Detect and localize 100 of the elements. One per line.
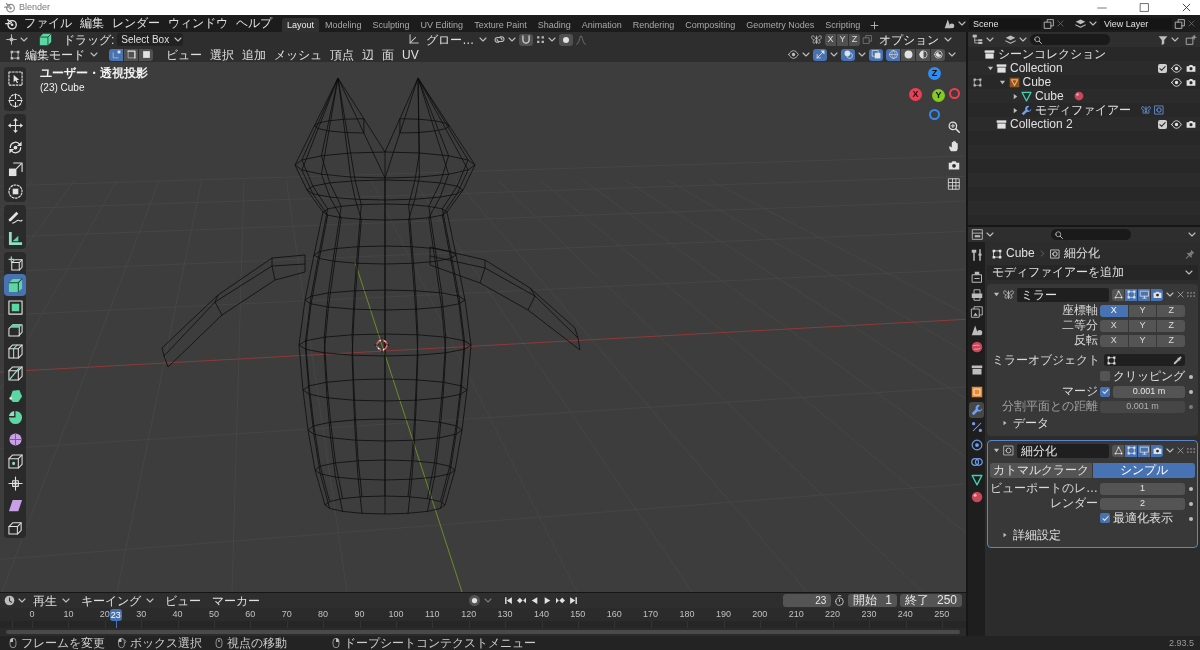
- eye-icon[interactable]: [788, 49, 799, 60]
- properties-tab[interactable]: [969, 247, 984, 263]
- menu-item[interactable]: 辺: [358, 47, 378, 62]
- properties-tab[interactable]: [969, 402, 984, 418]
- triangle-right-icon[interactable]: [1011, 92, 1019, 100]
- caret-icon[interactable]: [1188, 232, 1196, 237]
- modifier-name-field[interactable]: ミラー: [1017, 287, 1109, 302]
- eye-icon[interactable]: [1171, 76, 1182, 88]
- axis-toggle[interactable]: X: [1100, 319, 1128, 332]
- close-icon[interactable]: [1177, 291, 1184, 298]
- menu-item[interactable]: 追加: [238, 47, 270, 62]
- four-squares-icon[interactable]: [536, 35, 546, 44]
- triangle-down-icon[interactable]: [986, 64, 994, 72]
- axis-toggle[interactable]: Y: [1128, 304, 1157, 317]
- search-field[interactable]: [1030, 34, 1110, 45]
- square-vertices-icon[interactable]: [972, 77, 982, 87]
- modifier-toggle[interactable]: [1125, 288, 1137, 301]
- axes-icon[interactable]: [408, 34, 420, 45]
- subpanel-header[interactable]: データ: [990, 414, 1195, 432]
- triangle-down-icon[interactable]: [999, 78, 1006, 86]
- subpanel-header[interactable]: 詳細設定: [990, 526, 1195, 544]
- properties-tab[interactable]: [969, 437, 984, 453]
- butterfly-icon[interactable]: [811, 34, 822, 45]
- crosshair-icon[interactable]: [6, 34, 17, 45]
- workspace-tab[interactable]: Layout: [282, 18, 320, 32]
- outliner-item[interactable]: モディファイアー: [1035, 103, 1131, 117]
- 3d-viewport[interactable]: ユーザー・透視投影 (23) Cube Z X Y: [0, 62, 966, 592]
- play-reverse-icon[interactable]: [530, 596, 540, 605]
- ring-icon[interactable]: [929, 109, 940, 120]
- overlay-toggle[interactable]: [841, 48, 855, 61]
- checkbox[interactable]: [1100, 386, 1110, 397]
- mirror-axis-toggle[interactable]: Z: [849, 33, 860, 46]
- caret-icon[interactable]: [1166, 448, 1174, 453]
- filled-cube-icon[interactable]: [39, 33, 52, 46]
- menu-item[interactable]: ウィンドウ: [164, 15, 232, 32]
- shading-button[interactable]: [916, 48, 930, 61]
- checkbox[interactable]: [1100, 513, 1110, 524]
- options-dropdown[interactable]: オプション: [875, 32, 956, 47]
- menu-item[interactable]: UV: [398, 47, 423, 62]
- cone-sphere-icon[interactable]: [944, 18, 955, 29]
- layers-icon[interactable]: [1075, 18, 1086, 29]
- object-field[interactable]: [1104, 354, 1185, 366]
- snap-toggle[interactable]: [519, 33, 534, 46]
- select-mode-button[interactable]: [109, 48, 123, 61]
- scene-name-field[interactable]: Scene: [969, 17, 1041, 30]
- copy-icon[interactable]: [863, 35, 872, 44]
- workspace-tab[interactable]: Animation: [576, 18, 627, 32]
- menu-item[interactable]: ビュー: [162, 47, 206, 62]
- skip-end-icon[interactable]: [569, 596, 579, 605]
- eye-icon[interactable]: [1171, 118, 1182, 130]
- clock-icon[interactable]: [4, 595, 15, 606]
- layers-icon[interactable]: [1005, 34, 1016, 45]
- collection-checkbox[interactable]: [1158, 119, 1167, 129]
- workspace-tab[interactable]: Compositing: [680, 18, 741, 32]
- axis-toggle[interactable]: X: [1100, 334, 1128, 347]
- mirror-axis-toggle[interactable]: X: [825, 33, 836, 46]
- timeline-dropdown[interactable]: 再生: [29, 593, 74, 608]
- menu-item[interactable]: 選択: [206, 47, 238, 62]
- tool-button[interactable]: [4, 274, 26, 296]
- modifier-toggle[interactable]: [1138, 444, 1150, 457]
- properties-tab[interactable]: [969, 304, 984, 320]
- axis-toggle[interactable]: X: [1100, 304, 1128, 317]
- shading-button[interactable]: [931, 48, 945, 61]
- triangle-down-icon[interactable]: [993, 291, 1000, 298]
- menu-item[interactable]: マーカー: [208, 593, 264, 608]
- outliner-item[interactable]: シーンコレクション: [998, 47, 1106, 61]
- workspace-tab[interactable]: UV Editing: [415, 18, 469, 32]
- grid-icon[interactable]: [948, 178, 960, 190]
- play-icon[interactable]: [543, 596, 553, 605]
- axis-handle[interactable]: Z: [928, 67, 941, 80]
- copy-icon[interactable]: [1175, 18, 1185, 29]
- axis-toggle[interactable]: Z: [1157, 334, 1185, 347]
- segment-button[interactable]: シンプル: [1093, 463, 1195, 478]
- workspace-tab[interactable]: Sculpting: [367, 18, 415, 32]
- camera-icon[interactable]: [948, 159, 960, 171]
- search-field[interactable]: [1051, 229, 1131, 240]
- xray-toggle[interactable]: [869, 48, 883, 61]
- menu-item[interactable]: レンダー: [108, 15, 164, 32]
- workspace-tab[interactable]: Texture Paint: [469, 18, 532, 32]
- axis-handle[interactable]: Y: [932, 89, 945, 102]
- eyedropper-icon[interactable]: [1173, 355, 1182, 365]
- select-mode-button[interactable]: [124, 48, 138, 61]
- add-modifier-dropdown[interactable]: モディファイアーを追加: [987, 265, 1198, 280]
- copy-icon[interactable]: [1044, 18, 1054, 29]
- mirror-axis-toggle[interactable]: Y: [837, 33, 848, 46]
- workspace-tab[interactable]: Rendering: [627, 18, 680, 32]
- number-field[interactable]: 1: [1100, 482, 1185, 495]
- auto-keying-toggle[interactable]: [469, 595, 481, 606]
- triangle-right-icon[interactable]: [1011, 106, 1019, 114]
- current-frame-field[interactable]: 23: [783, 594, 832, 607]
- menu-item[interactable]: メッシュ: [270, 47, 326, 62]
- app-logo-icon[interactable]: [5, 17, 17, 30]
- zoom-icon[interactable]: [948, 121, 960, 133]
- stopwatch-icon[interactable]: [834, 595, 846, 606]
- menu-item[interactable]: 頂点: [326, 47, 358, 62]
- number-field[interactable]: 0.001 m: [1113, 385, 1185, 398]
- properties-tab[interactable]: [969, 287, 984, 303]
- skip-start-icon[interactable]: [504, 596, 514, 605]
- menu-item[interactable]: 面: [378, 47, 398, 62]
- close-icon[interactable]: [1182, 3, 1191, 12]
